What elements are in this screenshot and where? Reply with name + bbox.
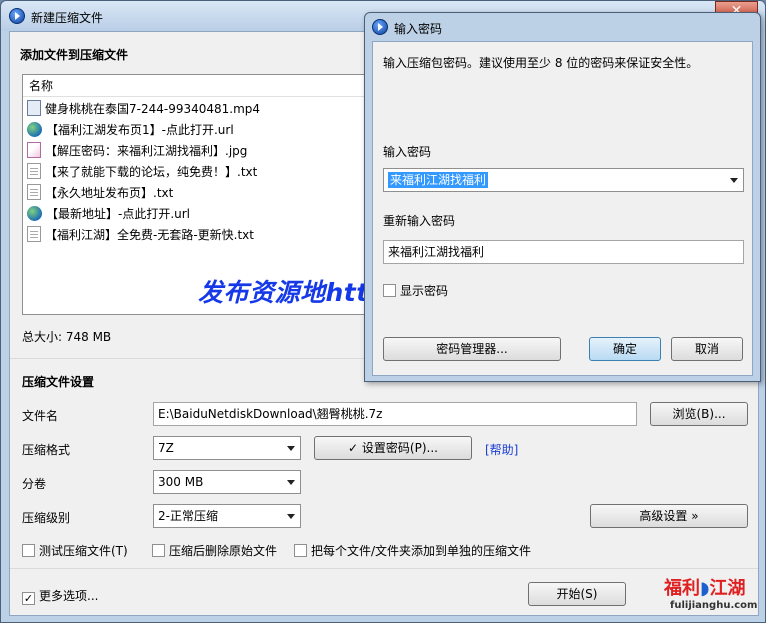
format-label: 压缩格式 <box>22 443 71 457</box>
file-name: 【来了就能下载的论坛，纯免费！】.txt <box>45 165 258 179</box>
show-password-label: 显示密码 <box>400 284 449 298</box>
file-row[interactable]: 健身桃桃在泰国7-244-99340481.mp4 <box>27 99 260 120</box>
reenter-password-input[interactable]: 来福利江湖找福利 <box>383 240 744 264</box>
file-row[interactable]: 【福利江湖】全免费-无套路-更新快.txt <box>27 225 254 246</box>
show-password-checkbox[interactable]: 显示密码 <box>383 282 448 299</box>
advanced-settings-button[interactable]: 高级设置 » <box>590 504 748 528</box>
file-name: 【最新地址】-点此打开.url <box>46 207 191 221</box>
separate-archives-label: 把每个文件/文件夹添加到单独的压缩文件 <box>311 544 532 558</box>
level-select[interactable]: 2-正常压缩 <box>153 504 301 528</box>
enter-password-label: 输入密码 <box>383 145 432 159</box>
file-name: 【解压密码：来福利江湖找福利】.jpg <box>45 144 248 158</box>
text-file-icon <box>27 184 41 200</box>
chevron-down-icon <box>287 480 295 485</box>
password-manager-button[interactable]: 密码管理器... <box>383 337 561 361</box>
dialog-description: 输入压缩包密码。建议使用至少 8 位的密码来保证安全性。 <box>383 56 699 70</box>
password-combobox[interactable]: 来福利江湖找福利 <box>383 168 744 192</box>
dialog-title: 输入密码 <box>394 22 443 36</box>
site-logo: 福利◗江湖 fulijianghu.com <box>652 574 760 620</box>
password-value: 来福利江湖找福利 <box>388 172 489 188</box>
video-file-icon <box>27 100 41 116</box>
globe-file-icon <box>27 206 42 221</box>
help-link[interactable]: [帮助] <box>485 441 518 458</box>
footer-divider <box>10 568 758 569</box>
checkbox-box <box>22 544 35 557</box>
volume-value: 300 MB <box>158 475 204 489</box>
logo-right-text: 江湖 <box>709 578 746 599</box>
file-name: 健身桃桃在泰国7-244-99340481.mp4 <box>45 102 261 116</box>
add-files-heading: 添加文件到压缩文件 <box>20 48 129 62</box>
chevron-down-icon <box>287 446 295 451</box>
level-label: 压缩级别 <box>22 511 71 525</box>
file-name: 【福利江湖】全免费-无套路-更新快.txt <box>45 228 254 242</box>
chevron-down-icon <box>287 514 295 519</box>
chevron-down-icon <box>730 178 738 183</box>
test-archive-label: 测试压缩文件(T) <box>39 544 128 558</box>
checkbox-box <box>383 284 396 297</box>
logo-wordmark: 福利◗江湖 <box>664 574 745 600</box>
ok-button[interactable]: 确定 <box>589 337 661 361</box>
file-row[interactable]: 【来了就能下载的论坛，纯免费！】.txt <box>27 162 257 183</box>
file-row[interactable]: 【解压密码：来福利江湖找福利】.jpg <box>27 141 247 162</box>
separate-archives-checkbox[interactable]: 把每个文件/文件夹添加到单独的压缩文件 <box>294 542 531 559</box>
checkbox-box <box>152 544 165 557</box>
delete-originals-label: 压缩后删除原始文件 <box>169 544 278 558</box>
app-logo-icon <box>9 8 25 24</box>
file-name: 【永久地址发布页】.txt <box>45 186 174 200</box>
volume-label: 分卷 <box>22 477 47 491</box>
image-file-icon <box>27 142 41 158</box>
volume-select[interactable]: 300 MB <box>153 470 301 494</box>
checkbox-box: ✓ <box>22 592 35 605</box>
start-button[interactable]: 开始(S) <box>528 582 626 606</box>
file-name: 【福利江湖发布页1】-点此打开.url <box>46 123 234 137</box>
reenter-password-label: 重新输入密码 <box>383 214 456 228</box>
settings-heading: 压缩文件设置 <box>22 375 95 389</box>
more-options-checkbox[interactable]: ✓ 更多选项... <box>22 587 98 605</box>
file-row[interactable]: 【福利江湖发布页1】-点此打开.url <box>27 120 234 141</box>
file-row[interactable]: 【最新地址】-点此打开.url <box>27 204 190 225</box>
globe-file-icon <box>27 122 42 137</box>
file-row[interactable]: 【永久地址发布页】.txt <box>27 183 173 204</box>
format-select[interactable]: 7Z <box>153 436 301 460</box>
logo-left-text: 福利 <box>664 578 700 599</box>
delete-originals-checkbox[interactable]: 压缩后删除原始文件 <box>152 542 277 559</box>
dialog-client: 输入压缩包密码。建议使用至少 8 位的密码来保证安全性。 输入密码 来福利江湖找… <box>372 41 753 376</box>
text-file-icon <box>27 163 41 179</box>
set-password-button[interactable]: ✓ 设置密码(P)... <box>314 436 472 460</box>
logo-url: fulijianghu.com <box>670 600 758 611</box>
level-value: 2-正常压缩 <box>158 509 218 523</box>
app-logo-icon <box>372 19 388 35</box>
cancel-button[interactable]: 取消 <box>671 337 743 361</box>
test-archive-checkbox[interactable]: 测试压缩文件(T) <box>22 542 128 559</box>
checkbox-box <box>294 544 307 557</box>
window-title: 新建压缩文件 <box>31 11 104 25</box>
browse-button[interactable]: 浏览(B)... <box>650 402 748 426</box>
more-options-label: 更多选项... <box>39 589 99 603</box>
password-dialog: 输入密码 输入压缩包密码。建议使用至少 8 位的密码来保证安全性。 输入密码 来… <box>364 12 761 382</box>
total-size: 总大小: 748 MB <box>22 330 112 344</box>
filename-input[interactable]: E:\BaiduNetdiskDownload\翘臀桃桃.7z <box>153 402 637 426</box>
filename-label: 文件名 <box>22 409 59 423</box>
format-value: 7Z <box>158 441 174 455</box>
text-file-icon <box>27 226 41 242</box>
